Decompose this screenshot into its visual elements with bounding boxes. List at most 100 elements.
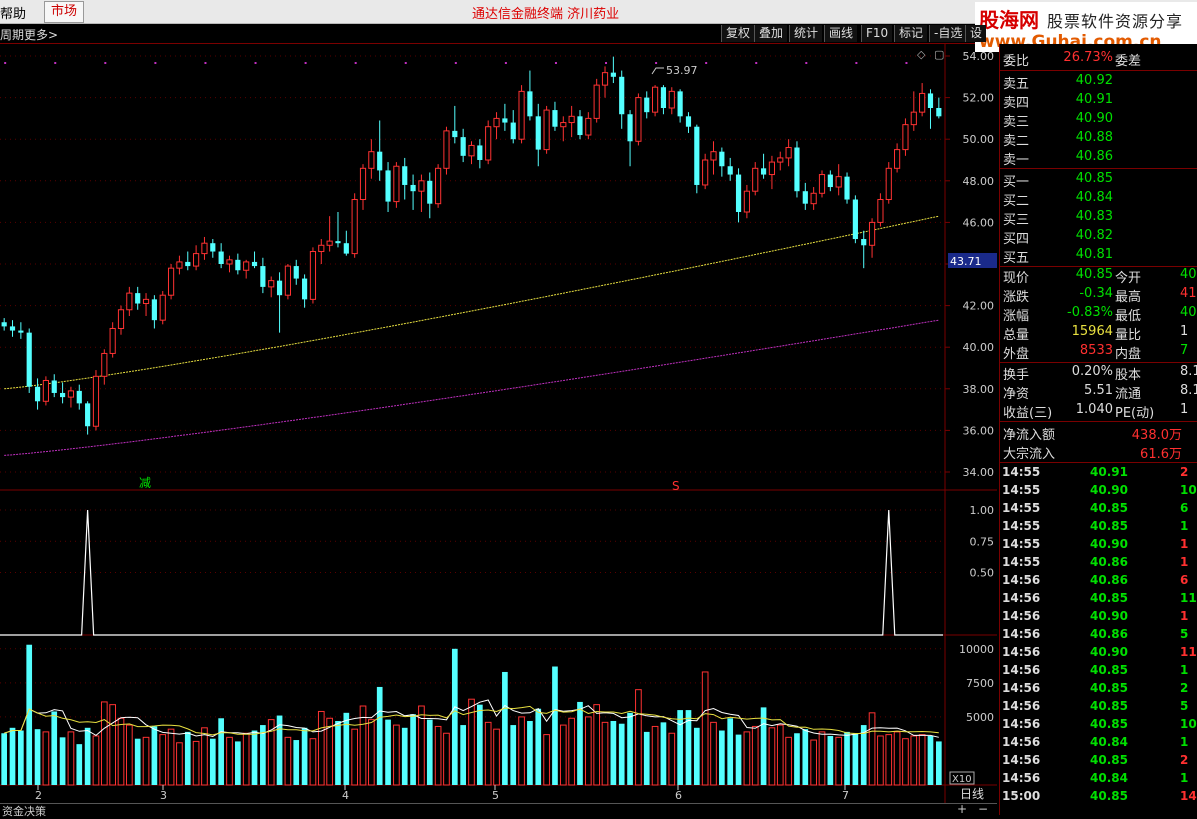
stat-label-2: 流通 (1115, 387, 1142, 402)
candle-body (610, 72, 616, 77)
indicator-tick-label: 0.50 (970, 567, 995, 580)
tick-volume: 2 (1180, 465, 1189, 479)
candle (235, 253, 241, 275)
tick-time: 14:56 (1002, 735, 1041, 749)
volume-bar (727, 718, 734, 785)
x-tick-label: 3 (160, 789, 167, 802)
tab-market[interactable]: 市场 (44, 1, 85, 23)
button-overlay[interactable]: 叠加 (754, 25, 788, 42)
candle (418, 174, 425, 212)
candle (644, 91, 650, 119)
volume-bar (701, 671, 709, 786)
signal-dot (404, 62, 407, 64)
candle (619, 70, 625, 129)
candle (377, 120, 383, 181)
candle-body (9, 326, 16, 331)
peak-marker (651, 67, 664, 75)
signal-dot (605, 62, 608, 64)
candle (67, 386, 75, 408)
button-watchlist[interactable]: -自选 (929, 25, 967, 42)
volume-bar (142, 736, 150, 786)
signal-dot (454, 62, 457, 64)
volume-bar (785, 736, 792, 786)
stat-label-2: 最高 (1115, 290, 1142, 305)
minus-icon[interactable]: − (978, 802, 988, 816)
weibi-row: 委比 26.73% 委差 (1000, 50, 1197, 69)
ask-price: 40.91 (1075, 92, 1113, 107)
candle-body (477, 145, 483, 160)
tick-row: 14:56 40.85 5 (1000, 699, 1197, 717)
candle-body (185, 261, 191, 267)
candle-body (685, 116, 692, 127)
more-menu[interactable]: 更多> (24, 26, 58, 43)
candle (677, 89, 683, 123)
signal-dot (655, 62, 658, 64)
candle (92, 370, 100, 431)
candle (735, 168, 742, 223)
candle (543, 105, 550, 154)
stat-value-2: 40 (1180, 267, 1197, 282)
candle (552, 101, 558, 131)
volume-bar (401, 727, 408, 785)
candle-body (768, 161, 776, 176)
candle-body (135, 293, 141, 304)
bid-label: 买一 (1003, 175, 1030, 190)
volume-bar (568, 717, 575, 786)
volume-bar (735, 734, 742, 785)
bottom-indicator-label[interactable]: 资金决策 (2, 803, 46, 819)
button-draw[interactable]: 画线 (824, 25, 858, 42)
button-settings[interactable]: 设 (965, 25, 987, 42)
ask-price: 40.88 (1075, 130, 1113, 145)
kline-chart[interactable]: 54.0052.0050.0048.0046.0044.0042.0040.00… (0, 44, 997, 803)
indicator-line (0, 509, 943, 636)
candle (852, 195, 858, 244)
lock-icon[interactable]: ▢ (934, 48, 944, 61)
volume-bar (502, 671, 508, 785)
button-f10[interactable]: F10 (861, 25, 893, 42)
add-icon[interactable]: + (957, 802, 967, 816)
chart-area[interactable]: 54.0052.0050.0048.0046.0044.0042.0040.00… (0, 44, 997, 815)
tick-row: 14:56 40.90 1 (1000, 609, 1197, 627)
signal-dot (104, 62, 107, 64)
stat-value-2: 8.1 (1180, 364, 1197, 379)
candle-body (502, 118, 508, 123)
candle-body (702, 159, 709, 186)
tick-time: 14:56 (1002, 627, 1041, 641)
button-stats[interactable]: 统计 (789, 25, 823, 42)
candle (927, 89, 934, 129)
price-tick-label: 42.00 (963, 300, 995, 313)
candle-body (276, 280, 283, 296)
candle (335, 212, 341, 248)
period-label[interactable]: 日线 (960, 787, 984, 801)
volume-bar (535, 708, 542, 785)
flow-value: 438.0万 (1131, 428, 1182, 443)
signal-dot (504, 62, 507, 64)
button-fuquan[interactable]: 复权 (721, 25, 755, 42)
candle (835, 164, 842, 196)
candle-body (460, 137, 466, 156)
candle (210, 239, 216, 258)
period-menu[interactable]: 周期 (0, 26, 24, 43)
tick-time: 14:56 (1002, 663, 1041, 677)
candle (685, 112, 692, 133)
tick-volume: 5 (1180, 627, 1189, 641)
button-mark[interactable]: 标记 (894, 25, 928, 42)
volume-bar (109, 704, 116, 786)
diamond-icon[interactable]: ◇ (917, 48, 926, 61)
candle-body (34, 386, 41, 402)
x-tick-label: 6 (675, 789, 682, 802)
tick-price: 40.86 (1090, 627, 1128, 641)
candle (76, 384, 82, 410)
tick-row: 14:55 40.85 6 (1000, 501, 1197, 519)
menu-help[interactable]: 帮助 (0, 3, 26, 22)
volume-bar (234, 741, 241, 785)
stat-label-2: PE(动) (1115, 406, 1155, 421)
candle-body (818, 174, 826, 194)
candle (85, 401, 91, 435)
volume-bar (593, 704, 601, 786)
candle (510, 110, 516, 144)
stat-value: 5.51 (1084, 383, 1113, 398)
tick-price: 40.90 (1090, 609, 1128, 623)
candle-body (293, 266, 299, 279)
volume-bar (34, 729, 41, 785)
